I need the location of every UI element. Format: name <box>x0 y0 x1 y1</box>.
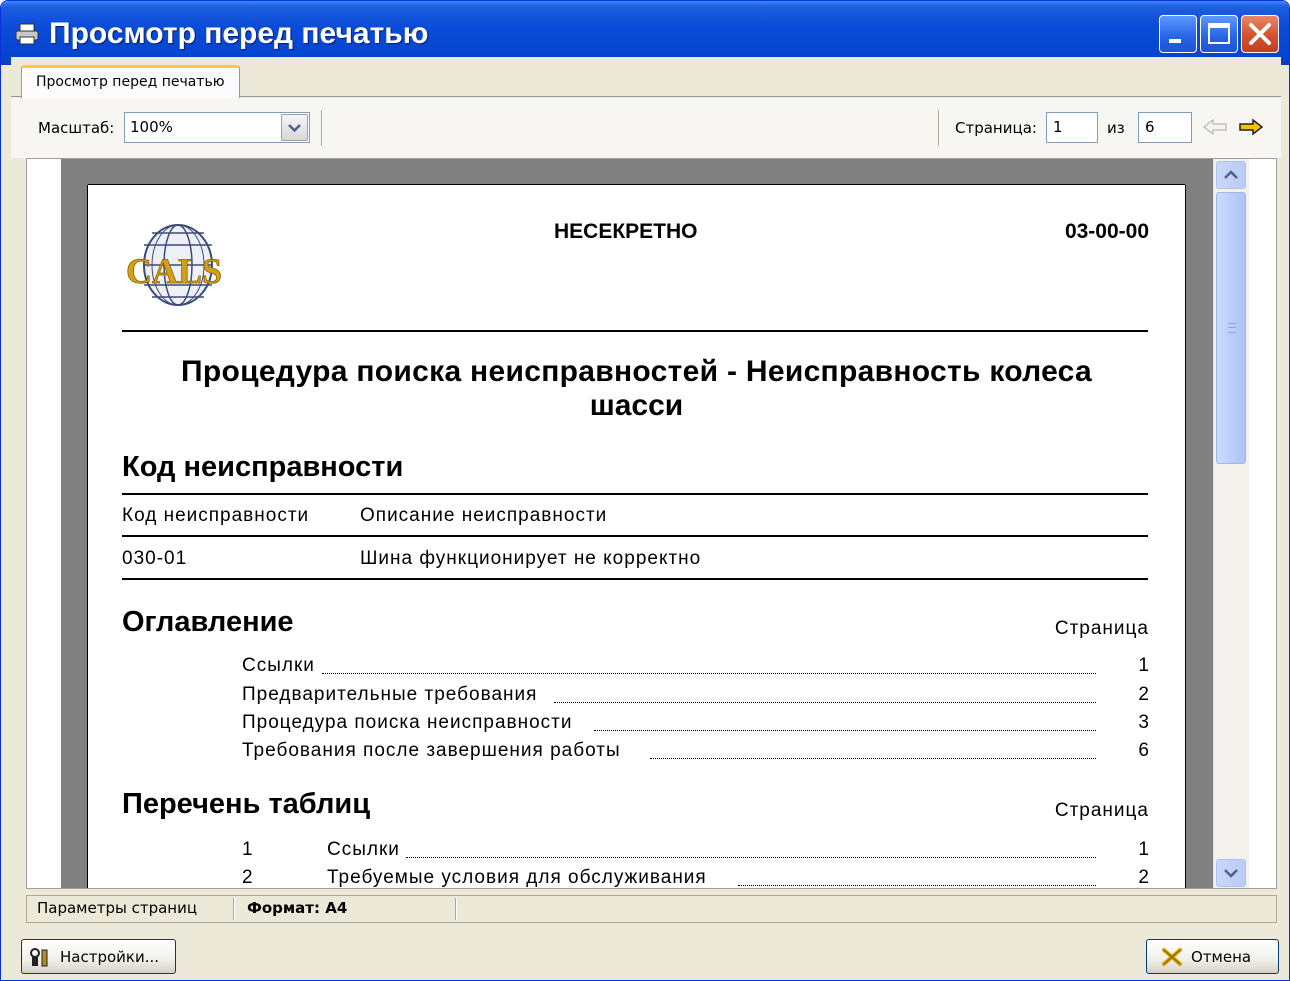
cancel-button-label: Отмена <box>1191 948 1252 966</box>
status-page-settings: Параметры страниц <box>37 899 198 917</box>
chevron-up-icon <box>1224 170 1238 179</box>
previous-page-icon[interactable] <box>1202 117 1228 137</box>
toolbar: Масштаб: 100% Страница: 1 из 6 <box>11 98 1281 158</box>
toc-entry-title: Ссылки <box>242 655 315 676</box>
chevron-down-icon <box>1224 869 1238 878</box>
fault-table-cell-code: 030-01 <box>122 548 188 569</box>
print-preview-window: Просмотр перед печатью Просмотр перед пе… <box>0 0 1290 981</box>
status-bar: Параметры страниц Формат: А4 <box>26 895 1277 923</box>
printer-icon <box>15 23 39 45</box>
logo-text: CALS <box>126 251 222 291</box>
page-total-value: 6 <box>1145 118 1155 136</box>
title-bar[interactable]: Просмотр перед печатью <box>1 1 1289 65</box>
maximize-icon <box>1208 23 1230 44</box>
toc-leader <box>322 673 1096 674</box>
toc-entry-page: 2 <box>1138 684 1149 705</box>
close-button[interactable] <box>1241 15 1279 53</box>
status-divider <box>233 898 235 920</box>
toc-leader <box>594 730 1096 731</box>
preview-area[interactable]: CALS НЕСЕКРЕТНО 03-00-00 Процедура поиск… <box>26 158 1277 889</box>
settings-tools-icon <box>30 948 48 967</box>
toolbar-separator <box>321 110 323 146</box>
toc-entry-page: 3 <box>1138 712 1149 733</box>
minimize-button[interactable] <box>1159 15 1197 53</box>
window-title: Просмотр перед печатью <box>49 17 429 50</box>
scroll-grip <box>1228 323 1236 333</box>
toc-leader <box>650 758 1096 759</box>
toc-leader <box>554 702 1096 703</box>
settings-button-label: Настройки... <box>60 948 160 966</box>
toc-page-header: Страница <box>1054 618 1149 639</box>
tables-heading: Перечень таблиц <box>122 788 371 820</box>
zoom-value: 100% <box>130 118 173 136</box>
doc-title-line2: шасси <box>589 389 684 422</box>
cals-logo: CALS <box>126 224 222 306</box>
page-number-input[interactable]: 1 <box>1046 112 1098 143</box>
toc-entry-title: Процедура поиска неисправности <box>242 712 573 733</box>
doc-title-line1: Процедура поиска неисправностей - Неиспр… <box>180 355 1093 388</box>
toc-heading: Оглавление <box>122 606 294 638</box>
status-divider <box>455 898 457 920</box>
vertical-scrollbar[interactable] <box>1213 159 1249 888</box>
tables-entry-page: 1 <box>1138 839 1149 860</box>
scroll-down-button[interactable] <box>1216 859 1246 887</box>
table-bottom-rule <box>122 578 1148 580</box>
cancel-button[interactable]: Отмена <box>1146 939 1279 974</box>
zoom-select[interactable]: 100% <box>124 112 310 143</box>
tables-leader <box>738 885 1096 886</box>
zoom-dropdown-button[interactable] <box>281 114 308 141</box>
tab-print-preview[interactable]: Просмотр перед печатью <box>21 65 240 98</box>
security-marking: НЕСЕКРЕТНО <box>554 220 698 243</box>
header-rule <box>122 330 1148 332</box>
minimize-icon <box>1169 39 1181 43</box>
close-icon <box>1249 23 1271 45</box>
tables-entry-title: Требуемые условия для обслуживания <box>327 867 707 888</box>
page-total-field: 6 <box>1138 112 1192 143</box>
fault-table-header-code: Код неисправности <box>122 505 310 526</box>
chevron-down-icon <box>288 124 301 133</box>
page-label: Страница: <box>955 119 1037 137</box>
next-page-icon[interactable] <box>1238 117 1264 137</box>
toc-entry-title: Требования после завершения работы <box>242 740 621 761</box>
status-format: Формат: А4 <box>247 899 348 917</box>
client-area: Просмотр перед печатью Масштаб: 100% Стр… <box>11 57 1281 980</box>
tables-page-header: Страница <box>1054 800 1149 821</box>
zoom-label: Масштаб: <box>38 119 115 137</box>
toolbar-separator <box>938 110 940 146</box>
scroll-thumb[interactable] <box>1216 192 1246 464</box>
document-page: CALS НЕСЕКРЕТНО 03-00-00 Процедура поиск… <box>88 185 1185 888</box>
table-header-rule <box>122 535 1148 537</box>
fault-table-cell-desc: Шина функционирует не корректно <box>360 548 702 569</box>
tab-strip: Просмотр перед печатью <box>11 57 1281 98</box>
maximize-button[interactable] <box>1200 15 1238 53</box>
tables-entry-page: 2 <box>1138 867 1149 888</box>
tables-entry-title: Ссылки <box>327 839 400 860</box>
tables-entry-num: 1 <box>242 839 253 860</box>
of-label: из <box>1107 119 1125 137</box>
toc-entry-page: 1 <box>1138 655 1149 676</box>
tables-entry-num: 2 <box>242 867 253 888</box>
toc-entry-title: Предварительные требования <box>242 684 538 705</box>
fault-table-header-desc: Описание неисправности <box>360 505 608 526</box>
cancel-x-icon <box>1162 948 1182 966</box>
toc-entry-page: 6 <box>1138 740 1149 761</box>
doc-code: 03-00-00 <box>1064 220 1149 243</box>
page-current-value: 1 <box>1053 118 1063 136</box>
table-top-rule <box>122 493 1148 495</box>
fault-code-heading: Код неисправности <box>122 451 404 483</box>
scroll-up-button[interactable] <box>1216 161 1246 189</box>
tables-leader <box>406 857 1096 858</box>
settings-button[interactable]: Настройки... <box>21 939 176 974</box>
